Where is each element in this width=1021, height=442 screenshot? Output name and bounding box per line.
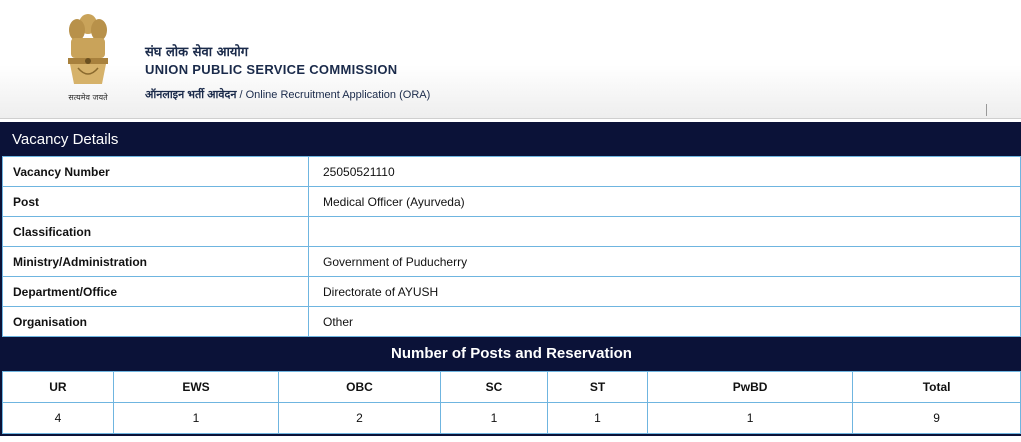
column-header: EWS bbox=[112, 371, 280, 403]
field-label: Ministry/Administration bbox=[2, 246, 309, 277]
org-name-hindi: संघ लोक सेवा आयोग bbox=[145, 45, 249, 60]
column-header: ST bbox=[547, 371, 648, 403]
column-header: PwBD bbox=[646, 371, 854, 403]
posts-reservation-title: Number of Posts and Reservation bbox=[2, 337, 1021, 371]
table-row: Classification bbox=[2, 216, 1021, 247]
vacancy-details-table: Vacancy Number 25050521110 Post Medical … bbox=[2, 156, 1021, 337]
table-row: Ministry/Administration Government of Pu… bbox=[2, 246, 1021, 277]
field-value: Directorate of AYUSH bbox=[308, 276, 1021, 307]
table-row: 4 1 2 1 1 1 9 bbox=[2, 402, 1021, 434]
national-emblem-icon bbox=[68, 14, 108, 84]
field-value: Other bbox=[308, 306, 1021, 337]
posts-count: 1 bbox=[646, 402, 854, 434]
org-name-english: UNION PUBLIC SERVICE COMMISSION bbox=[145, 62, 398, 77]
posts-total: 9 bbox=[852, 402, 1021, 434]
column-header: UR bbox=[2, 371, 114, 403]
table-row: Post Medical Officer (Ayurveda) bbox=[2, 186, 1021, 217]
field-label: Vacancy Number bbox=[2, 156, 309, 187]
vacancy-details-panel: Vacancy Details Vacancy Number 250505211… bbox=[0, 122, 1021, 436]
site-header: सत्यमेव जयते संघ लोक सेवा आयोग UNION PUB… bbox=[0, 0, 1021, 119]
table-row: Department/Office Directorate of AYUSH bbox=[2, 276, 1021, 307]
table-header-row: UR EWS OBC SC ST PwBD Total bbox=[2, 371, 1021, 403]
posts-count: 4 bbox=[2, 402, 114, 434]
column-header: SC bbox=[439, 371, 549, 403]
ora-subtitle-separator: / bbox=[236, 89, 246, 101]
ora-subtitle-hindi: ऑनलाइन भर्ती आवेदन bbox=[145, 89, 237, 101]
panel-title: Vacancy Details bbox=[2, 124, 1021, 156]
posts-count: 1 bbox=[439, 402, 549, 434]
posts-count: 2 bbox=[278, 402, 441, 434]
field-label: Organisation bbox=[2, 306, 309, 337]
column-header: OBC bbox=[278, 371, 441, 403]
field-value: Medical Officer (Ayurveda) bbox=[308, 186, 1021, 217]
field-value bbox=[308, 216, 1021, 247]
field-label: Classification bbox=[2, 216, 309, 247]
table-row: Organisation Other bbox=[2, 306, 1021, 337]
posts-count: 1 bbox=[112, 402, 280, 434]
ora-subtitle: ऑनलाइन भर्ती आवेदन / Online Recruitment … bbox=[145, 87, 430, 102]
table-row: Vacancy Number 25050521110 bbox=[2, 156, 1021, 187]
column-header: Total bbox=[852, 371, 1021, 403]
field-label: Department/Office bbox=[2, 276, 309, 307]
emblem-motto: सत्यमेव जयते bbox=[68, 93, 108, 102]
field-label: Post bbox=[2, 186, 309, 217]
field-value: Government of Puducherry bbox=[308, 246, 1021, 277]
header-divider-mark bbox=[986, 104, 987, 116]
field-value: 25050521110 bbox=[308, 156, 1021, 187]
posts-reservation-table: UR EWS OBC SC ST PwBD Total 4 1 2 1 1 1 … bbox=[2, 371, 1021, 434]
posts-count: 1 bbox=[547, 402, 648, 434]
ora-subtitle-english: Online Recruitment Application (ORA) bbox=[245, 89, 431, 101]
